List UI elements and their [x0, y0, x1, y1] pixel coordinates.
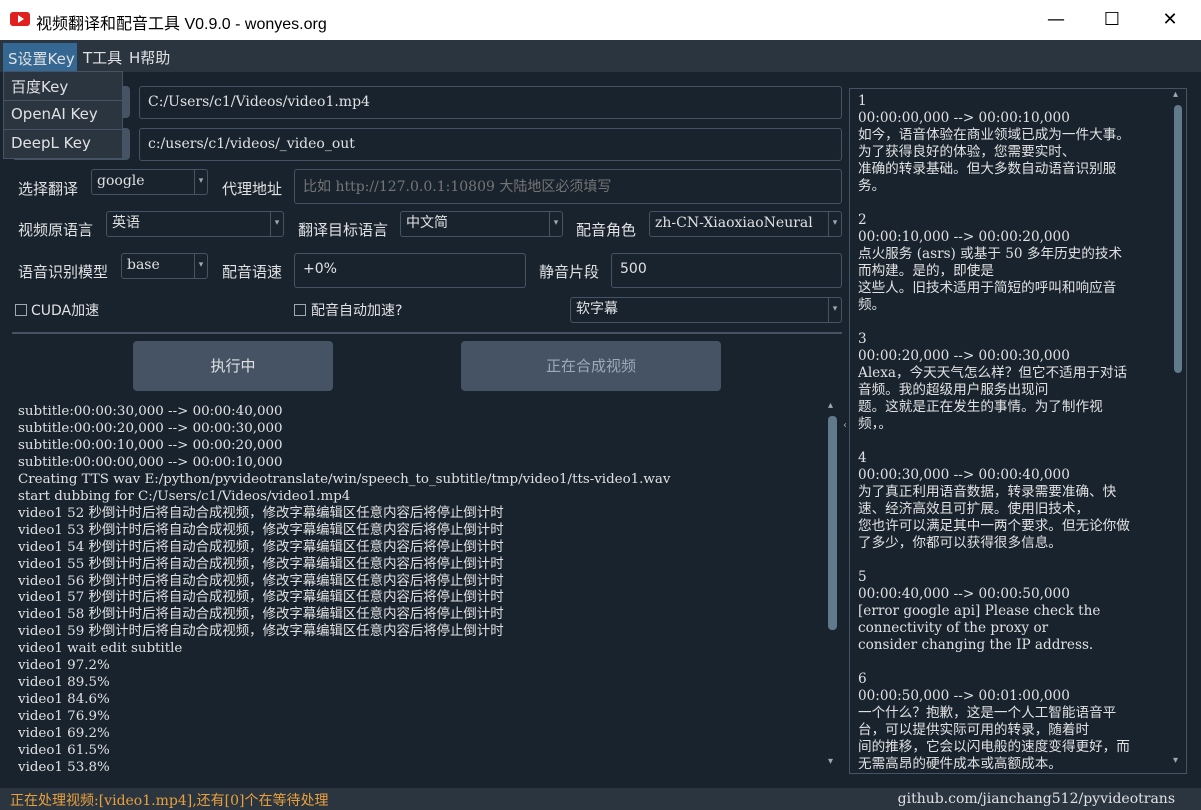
menu-help[interactable]: H帮助	[129, 47, 170, 68]
subtitle-text[interactable]: 1 00:00:00,000 --> 00:00:10,000 如今，语音体验在…	[858, 93, 1170, 769]
app-icon	[10, 12, 30, 26]
run-button[interactable]: 执行中	[133, 341, 333, 391]
model-label: 语音识别模型	[18, 263, 109, 281]
menu-item-openai-key[interactable]: OpenAI Key	[11, 105, 98, 123]
status-message: 正在处理视频:[video1.mp4],还有[0]个在等待处理	[10, 793, 329, 809]
menu-settings[interactable]: S设置Key	[3, 43, 77, 71]
source-lang-select[interactable]: 英语 ▾	[106, 211, 284, 237]
auto-speed-label: 配音自动加速?	[311, 303, 403, 319]
source-lang-label: 视频原语言	[18, 221, 94, 239]
compose-video-button[interactable]: 正在合成视频	[461, 341, 721, 391]
log-scrollbar[interactable]: ▴ ▾	[826, 400, 840, 772]
cuda-checkbox[interactable]	[15, 304, 27, 316]
close-button[interactable]: ✕	[1139, 0, 1201, 40]
translate-select[interactable]: google ▾	[91, 169, 208, 195]
output-path-input[interactable]: c:/users/c1/videos/_video_out	[139, 128, 842, 161]
subtitle-scroll-thumb[interactable]	[1174, 105, 1182, 373]
scroll-up-icon[interactable]: ▴	[828, 400, 833, 411]
chevron-down-icon: ▾	[828, 212, 841, 236]
silence-input[interactable]: 500	[611, 253, 842, 288]
window-title: 视频翻译和配音工具 V0.9.0 - wonyes.org	[36, 16, 327, 33]
menu-bar	[0, 40, 1201, 72]
chevron-down-icon: ▾	[194, 170, 207, 194]
scroll-up-icon[interactable]: ▴	[1173, 89, 1178, 100]
translate-label: 选择翻译	[18, 180, 79, 198]
scroll-down-icon[interactable]: ▾	[1173, 755, 1178, 766]
menu-separator	[4, 129, 122, 130]
subtitle-type-value: 软字幕	[576, 301, 618, 317]
splitter-handle-icon[interactable]: ‹	[843, 420, 847, 434]
settings-dropdown: 百度Key OpenAI Key DeepL Key	[3, 71, 123, 159]
status-bar: 正在处理视频:[video1.mp4],还有[0]个在等待处理 github.c…	[0, 788, 1201, 810]
model-value: base	[127, 257, 160, 273]
voice-select[interactable]: zh-CN-XiaoxiaoNeural ▾	[649, 211, 842, 237]
divider	[12, 332, 842, 334]
github-link[interactable]: github.com/jianchang512/pyvideotrans	[898, 791, 1175, 807]
menu-item-deepl-key[interactable]: DeepL Key	[11, 134, 91, 152]
title-bar: 视频翻译和配音工具 V0.9.0 - wonyes.org — ☐ ✕	[0, 0, 1201, 40]
scroll-down-icon[interactable]: ▾	[828, 756, 833, 767]
chevron-down-icon: ▾	[549, 212, 562, 236]
target-lang-select[interactable]: 中文简 ▾	[400, 211, 563, 237]
voice-value: zh-CN-XiaoxiaoNeural	[655, 215, 813, 231]
proxy-label: 代理地址	[222, 180, 283, 198]
menu-item-baidu-key[interactable]: 百度Key	[11, 76, 68, 97]
minimize-button[interactable]: —	[1025, 0, 1087, 40]
log-scroll-thumb[interactable]	[828, 416, 837, 630]
target-lang-value: 中文简	[406, 215, 448, 231]
chevron-down-icon: ▾	[194, 254, 207, 278]
menu-separator	[4, 100, 122, 101]
subtitle-editor[interactable]: 1 00:00:00,000 --> 00:00:10,000 如今，语音体验在…	[849, 88, 1187, 774]
auto-speed-checkbox[interactable]	[294, 304, 306, 316]
menu-tools[interactable]: T工具	[83, 47, 122, 68]
subtitle-type-select[interactable]: 软字幕 ▾	[570, 297, 842, 323]
model-select[interactable]: base ▾	[121, 253, 208, 279]
voice-label: 配音角色	[576, 221, 637, 239]
translate-select-value: google	[97, 173, 145, 189]
subtitle-scrollbar[interactable]: ▴ ▾	[1172, 89, 1184, 771]
log-output: subtitle:00:00:30,000 --> 00:00:40,000 s…	[18, 404, 671, 774]
maximize-button[interactable]: ☐	[1081, 0, 1143, 40]
speed-label: 配音语速	[222, 263, 283, 281]
chevron-down-icon: ▾	[828, 298, 841, 322]
chevron-down-icon: ▾	[270, 212, 283, 236]
proxy-input[interactable]	[294, 169, 842, 204]
target-lang-label: 翻译目标语言	[298, 221, 389, 239]
speed-input[interactable]: +0%	[294, 253, 526, 288]
cuda-label: CUDA加速	[31, 303, 100, 319]
source-path-input[interactable]: C:/Users/c1/Videos/video1.mp4	[139, 86, 842, 119]
source-lang-value: 英语	[112, 215, 140, 231]
silence-label: 静音片段	[539, 263, 600, 281]
